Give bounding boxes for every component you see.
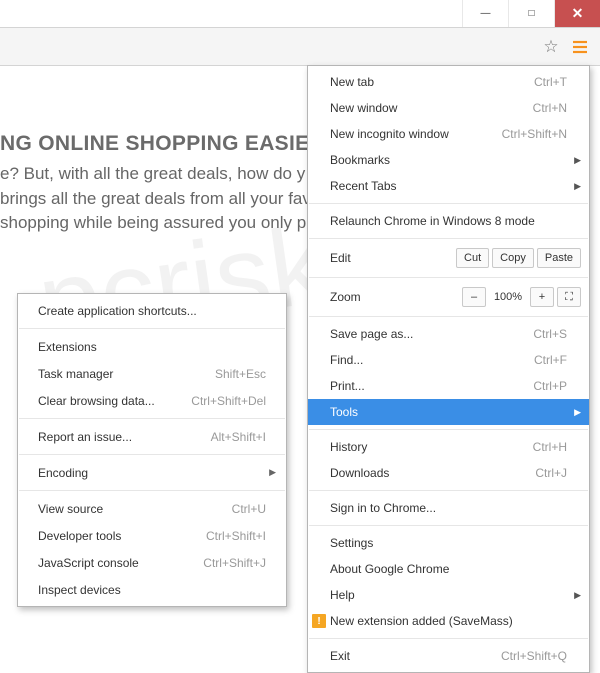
warning-icon: ! [312,614,326,628]
submenu-view-source[interactable]: View sourceCtrl+U [18,495,286,522]
menu-downloads[interactable]: DownloadsCtrl+J [308,460,589,486]
chevron-right-icon: ▶ [574,590,581,601]
zoom-value: 100% [489,287,527,307]
submenu-report-issue[interactable]: Report an issue...Alt+Shift+I [18,423,286,450]
menu-history[interactable]: HistoryCtrl+H [308,434,589,460]
menu-incognito[interactable]: New incognito windowCtrl+Shift+N [308,121,589,147]
menu-about[interactable]: About Google Chrome [308,556,589,582]
menu-recent-tabs[interactable]: Recent Tabs▶ [308,173,589,199]
zoom-out-button[interactable]: – [462,287,486,307]
chevron-right-icon: ▶ [269,467,276,478]
menu-relaunch-win8[interactable]: Relaunch Chrome in Windows 8 mode [308,208,589,234]
fullscreen-button[interactable]: ⛶ [557,287,581,307]
submenu-clear-data[interactable]: Clear browsing data...Ctrl+Shift+Del [18,387,286,414]
submenu-extensions[interactable]: Extensions [18,333,286,360]
menu-save-page[interactable]: Save page as...Ctrl+S [308,321,589,347]
browser-toolbar: ☆ [0,28,600,66]
window-titlebar: — □ ✕ [0,0,600,28]
menu-bookmarks[interactable]: Bookmarks▶ [308,147,589,173]
separator [19,418,285,419]
menu-tools[interactable]: Tools▶ [308,399,589,425]
bookmark-star-icon[interactable]: ☆ [538,34,564,60]
menu-signin[interactable]: Sign in to Chrome... [308,495,589,521]
menu-new-tab[interactable]: New tabCtrl+T [308,69,589,95]
paste-button[interactable]: Paste [537,248,581,268]
menu-new-window[interactable]: New windowCtrl+N [308,95,589,121]
hamburger-menu-icon[interactable] [566,33,594,61]
separator [309,238,588,239]
submenu-encoding[interactable]: Encoding▶ [18,459,286,486]
menu-exit[interactable]: ExitCtrl+Shift+Q [308,643,589,669]
zoom-in-button[interactable]: + [530,287,554,307]
chrome-main-menu: New tabCtrl+T New windowCtrl+N New incog… [307,65,590,673]
separator [309,525,588,526]
separator [309,429,588,430]
window-minimize-button[interactable]: — [462,0,508,27]
separator [19,328,285,329]
chevron-right-icon: ▶ [574,407,581,418]
separator [309,490,588,491]
cut-button[interactable]: Cut [456,248,489,268]
submenu-inspect-devices[interactable]: Inspect devices [18,576,286,603]
copy-button[interactable]: Copy [492,248,534,268]
separator [19,490,285,491]
menu-zoom-row: Zoom – 100% + ⛶ [308,282,589,312]
separator [309,638,588,639]
submenu-js-console[interactable]: JavaScript consoleCtrl+Shift+J [18,549,286,576]
separator [19,454,285,455]
separator [309,277,588,278]
window-close-button[interactable]: ✕ [554,0,600,27]
menu-print[interactable]: Print...Ctrl+P [308,373,589,399]
menu-edit-row: Edit Cut Copy Paste [308,243,589,273]
separator [309,316,588,317]
edit-label: Edit [330,251,456,265]
chevron-right-icon: ▶ [574,181,581,192]
submenu-create-shortcuts[interactable]: Create application shortcuts... [18,297,286,324]
separator [309,203,588,204]
window-maximize-button[interactable]: □ [508,0,554,27]
zoom-label: Zoom [330,290,462,304]
menu-find[interactable]: Find...Ctrl+F [308,347,589,373]
submenu-task-manager[interactable]: Task managerShift+Esc [18,360,286,387]
tools-submenu: Create application shortcuts... Extensio… [17,293,287,607]
menu-help[interactable]: Help▶ [308,582,589,608]
chevron-right-icon: ▶ [574,155,581,166]
submenu-developer-tools[interactable]: Developer toolsCtrl+Shift+I [18,522,286,549]
menu-new-extension[interactable]: ! New extension added (SaveMass) [308,608,589,634]
